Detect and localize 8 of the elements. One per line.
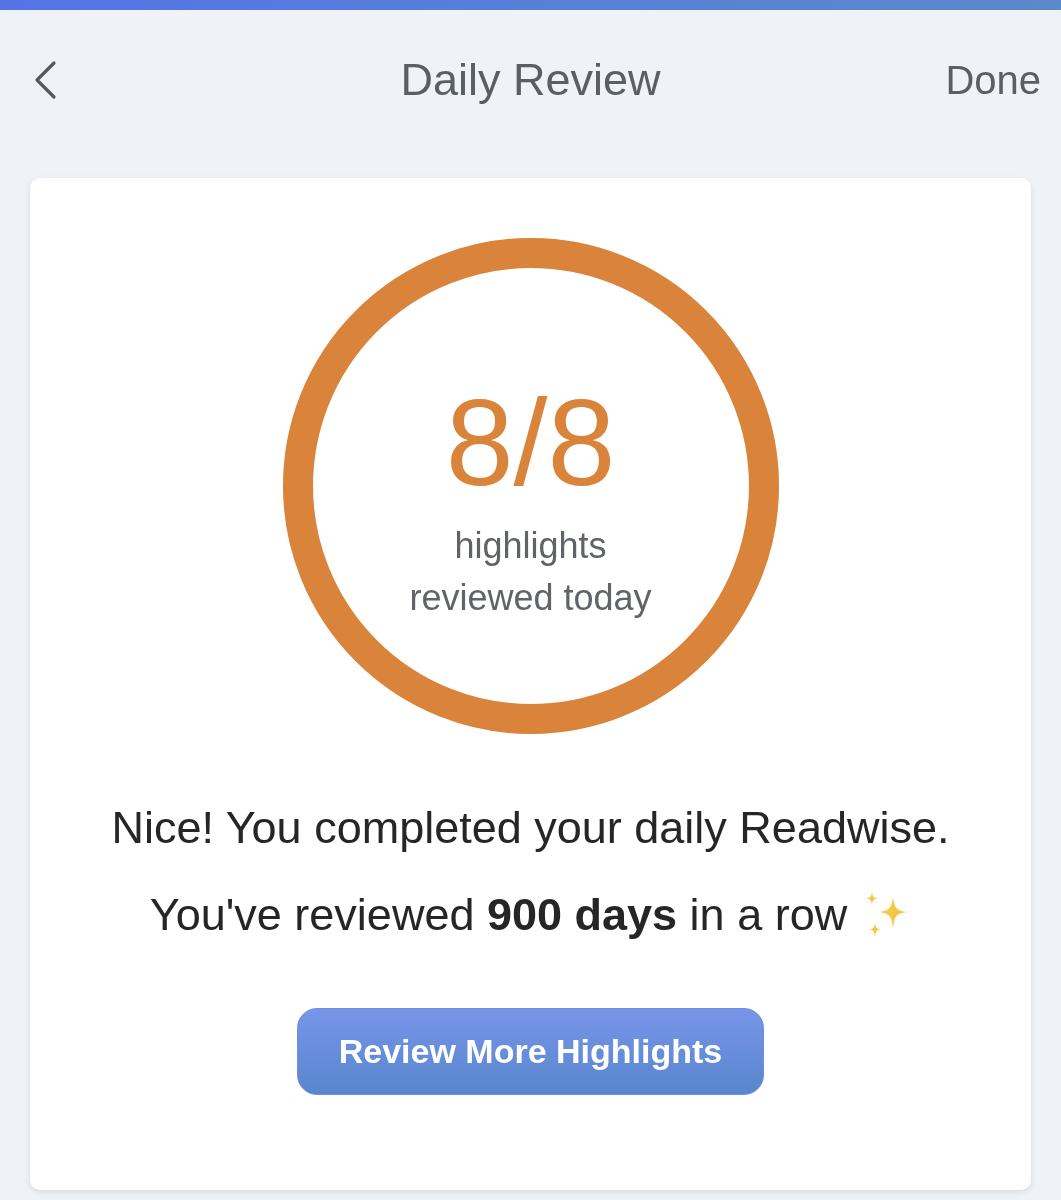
review-more-button[interactable]: Review More Highlights: [297, 1008, 764, 1095]
streak-message: You've reviewed 900 days in a row: [149, 891, 848, 939]
progress-count: 8/8: [445, 378, 616, 508]
done-button[interactable]: Done: [945, 55, 1041, 105]
progress-caption: highlights: [454, 524, 607, 568]
page-title: Daily Review: [400, 54, 661, 106]
progress-caption: reviewed today: [409, 576, 652, 620]
completion-message: Nice! You completed your daily Readwise.: [111, 804, 950, 852]
